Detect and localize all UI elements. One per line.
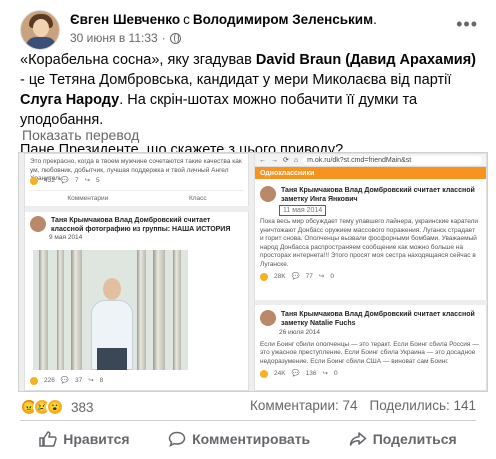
- post-paragraph-1: «Корабельна сосна», яку згадував David B…: [20, 52, 477, 128]
- left-screenshot: Это прекрасно, когда в твоем мужчине соч…: [24, 153, 250, 391]
- right-post-1: Таня Крымчакова Влад Домбровский считает…: [260, 186, 479, 281]
- author-avatar[interactable]: [20, 10, 60, 50]
- comment-icon: [168, 431, 186, 447]
- thumbs-up-icon: [39, 431, 57, 447]
- ok-header-bar: Одноклассники: [255, 167, 486, 179]
- post-time-line: 30 июня в 11:33 ·: [70, 30, 377, 46]
- author-line: Євген Шевченко с Володимиром Зеленським.: [70, 11, 377, 29]
- shares-count[interactable]: Поделились: 141: [370, 398, 477, 413]
- post-time[interactable]: 30 июня в 11:33: [70, 30, 158, 46]
- tagged-person[interactable]: Володимиром Зеленським: [193, 12, 373, 27]
- period: .: [373, 12, 377, 27]
- party-link[interactable]: Слуга Народу: [20, 92, 119, 108]
- highlighted-date: 11 мая 2014: [279, 205, 327, 216]
- show-translation-link[interactable]: Показать перевод: [22, 127, 139, 143]
- mention-link[interactable]: David Braun (Давид Арахамия): [256, 52, 476, 68]
- more-options-icon[interactable]: •••: [456, 14, 478, 35]
- post-image[interactable]: Это прекрасно, когда в твоем мужчине соч…: [18, 152, 488, 392]
- engagement-counts: Комментарии: 74 Поделились: 141: [250, 398, 476, 413]
- dot-separator: ·: [161, 31, 166, 45]
- left-top-actions: Комментарии Класс: [30, 190, 244, 203]
- right-post-2: Таня Крымчакова Влад Домбровский считает…: [260, 310, 479, 378]
- browser-bar: ← → ⟳ ⌂ m.ok.ru/dk?st.cmd=friendMain&st: [255, 154, 486, 167]
- comments-count[interactable]: Комментарии: 74: [250, 398, 358, 413]
- user-avatar: [30, 216, 46, 232]
- reaction-count: 383: [71, 399, 94, 415]
- left-bottom-stats: 226 💬 37 ↪ 8: [30, 376, 103, 385]
- share-icon: [349, 432, 366, 446]
- action-bar: Нравится Комментировать Поделиться: [20, 424, 476, 454]
- share-button[interactable]: Поделиться: [349, 431, 457, 447]
- reaction-icon: [30, 176, 38, 185]
- birch-forest-photo: [33, 250, 188, 370]
- comment-button[interactable]: Комментировать: [168, 431, 310, 447]
- facebook-post: Євген Шевченко с Володимиром Зеленським. 3…: [0, 0, 496, 459]
- left-post-header: Таня Крымчакова Влад Домбровский считает…: [30, 216, 244, 243]
- post-header: Євген Шевченко с Володимиром Зеленським. 3…: [20, 10, 377, 50]
- author-name[interactable]: Євген Шевченко: [70, 12, 180, 27]
- like-button[interactable]: Нравится: [39, 431, 130, 447]
- right-screenshot: ← → ⟳ ⌂ m.ok.ru/dk?st.cmd=friendMain&st Одн…: [254, 153, 487, 391]
- left-top-stats: 432 💬 7 ↪ 5: [30, 176, 100, 185]
- with-word: с: [183, 12, 190, 27]
- wow-face-icon: 😮: [46, 398, 64, 416]
- divider: [20, 420, 476, 421]
- reactions-summary[interactable]: 😠 😢 😮 383: [20, 398, 94, 416]
- post-meta: Євген Шевченко с Володимиром Зеленським. 3…: [70, 10, 377, 50]
- globe-icon: [169, 32, 181, 44]
